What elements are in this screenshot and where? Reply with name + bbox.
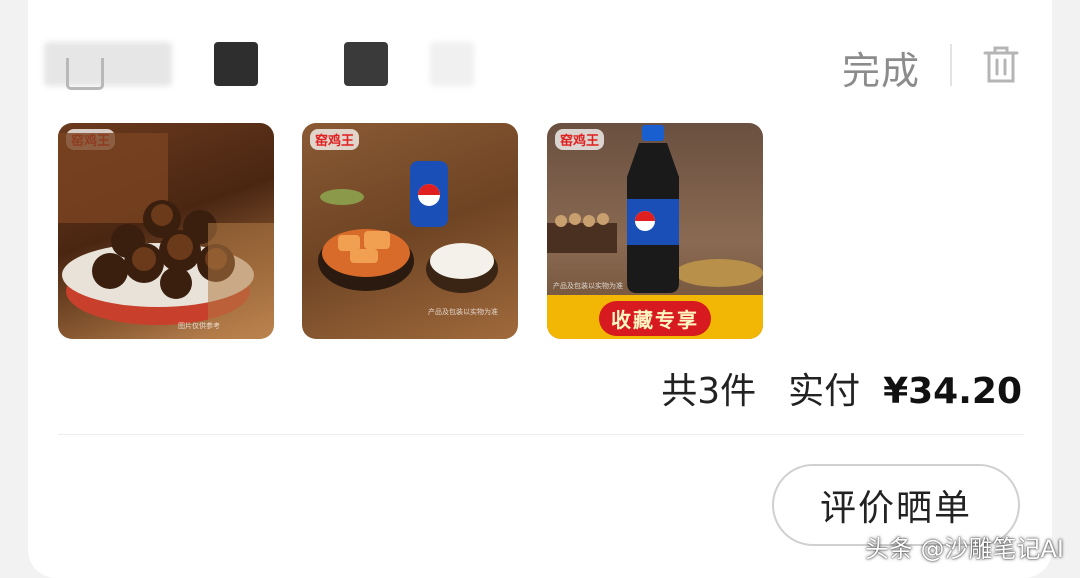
order-summary: 共3件 实付 ¥34.20 xyxy=(661,362,1022,414)
product-fine-print: 产品及包装以实物为准 xyxy=(428,308,498,316)
promo-label: 收藏专享 xyxy=(599,301,711,336)
blurred-header-block xyxy=(214,42,258,86)
blurred-header-block xyxy=(430,42,474,86)
product-image-mushrooms[interactable]: 窑鸡王 图片仅供参考 xyxy=(58,123,274,339)
blurred-header-block xyxy=(344,42,388,86)
watermark: 头条 @沙雕笔记AI xyxy=(864,535,1064,563)
mushroom-bowl-illustration xyxy=(58,133,274,339)
paid-amount: ¥34.20 xyxy=(883,371,1022,412)
product-fine-print: 产品及包装以实物为准 xyxy=(553,282,623,290)
trash-icon[interactable] xyxy=(982,44,1020,84)
section-divider xyxy=(58,434,1024,435)
product-image-pepsi-bottle[interactable]: 窑鸡王 产品及包装以实物为准 收藏专享 xyxy=(547,123,763,339)
blurred-store-name xyxy=(44,42,172,86)
item-count: 共3件 xyxy=(661,371,757,412)
product-image-combo-meal[interactable]: 窑鸡王 产品及包装以实物为准 xyxy=(302,123,518,339)
header-divider xyxy=(950,44,952,86)
product-fine-print: 图片仅供参考 xyxy=(178,322,220,330)
select-checkbox[interactable] xyxy=(66,58,104,90)
promo-banner: 收藏专享 xyxy=(547,295,763,339)
paid-label: 实付 xyxy=(788,371,861,412)
done-button[interactable]: 完成 xyxy=(842,40,920,95)
